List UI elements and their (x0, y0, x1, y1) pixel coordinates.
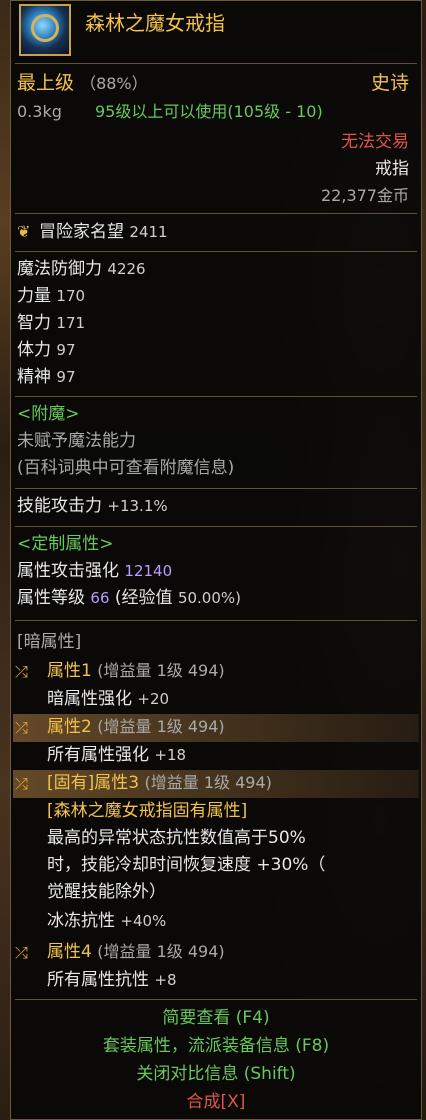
item-type: 戒指 (375, 159, 409, 179)
freeze-resist-label: 冰冻抗性 (47, 911, 115, 931)
attr-title: 属性1 (47, 661, 92, 681)
attr-sub: (增益量 1级 494) (97, 717, 225, 736)
inherent-line-1: 最高的异常状态抗性数值高于50% (47, 828, 306, 848)
fame-value: 2411 (129, 223, 168, 241)
skill-attack-value: +13.1% (107, 497, 168, 515)
attr-effect-value: +8 (154, 971, 177, 989)
brief-view-button[interactable]: 简要查看 (F4) (11, 1007, 421, 1029)
divider (15, 620, 417, 621)
fame-icon: ❦ (17, 222, 31, 241)
item-name: 森林之魔女戒指 (85, 11, 225, 35)
fame-row: 冒险家名望 2411 (39, 221, 168, 243)
enchant-header: <附魔> (17, 404, 80, 424)
exp-value: 50.00%) (177, 589, 241, 607)
attr-4-effect: 所有属性抗性 +8 (47, 969, 177, 991)
divider (15, 396, 417, 397)
divider (15, 999, 417, 1000)
attr-3-title-row: [固有]属性3 (增益量 1级 494) (47, 772, 272, 794)
attr-2-effect: 所有属性强化 +18 (47, 744, 186, 766)
stat-row: 智力 171 (17, 312, 85, 334)
attr-effect-value: +18 (154, 746, 187, 764)
attr-2-title-row: 属性2 (增益量 1级 494) (47, 716, 225, 738)
skill-attack-label: 技能攻击力 (17, 496, 102, 516)
divider (15, 63, 417, 64)
item-grade: 最上级 （88%） (17, 72, 148, 95)
stat-value: 171 (56, 314, 86, 332)
stat-label: 魔法防御力 (17, 259, 102, 279)
elem-level-label: 属性等级 (17, 588, 85, 608)
elem-attack-row: 属性攻击强化 12140 (17, 560, 172, 582)
exp-label: (经验值 (114, 588, 173, 608)
attr-title: [固有]属性3 (47, 773, 140, 793)
inventory-strip (0, 0, 10, 1120)
divider (15, 526, 417, 527)
craft-button[interactable]: 合成[X] (11, 1091, 421, 1113)
level-requirement: 95级以上可以使用(105级 - 10) (95, 102, 323, 121)
attr-4-title-row: 属性4 (增益量 1级 494) (47, 941, 225, 963)
set-info-button[interactable]: 套装属性，流派装备信息 (F8) (11, 1035, 421, 1057)
attr-title: 属性2 (47, 717, 92, 737)
attr-sub: (增益量 1级 494) (144, 773, 272, 792)
freeze-resist-value: +40% (120, 912, 167, 930)
stat-value: 97 (56, 368, 76, 386)
elem-level-row: 属性等级 66 (经验值 50.00%) (17, 587, 241, 609)
divider (15, 251, 417, 252)
attr-effect-label: 暗属性强化 (47, 689, 132, 709)
item-rarity: 史诗 (370, 72, 409, 94)
stat-value: 97 (56, 341, 76, 359)
attr-sub: (增益量 1级 494) (97, 661, 225, 680)
attr-1-effect: 暗属性强化 +20 (47, 688, 169, 710)
attr-effect-value: +20 (137, 690, 170, 708)
attr-1-title-row: 属性1 (增益量 1级 494) (47, 660, 225, 682)
shuffle-icon[interactable]: ⤮ (15, 662, 28, 682)
grade-percent: （88%） (80, 74, 148, 93)
stat-value: 170 (56, 287, 86, 305)
grade-label: 最上级 (17, 72, 75, 94)
fame-label: 冒险家名望 (39, 222, 124, 242)
stat-label: 精神 (17, 367, 51, 387)
elem-attack-label: 属性攻击强化 (17, 561, 119, 581)
stat-row: 魔法防御力 4226 (17, 258, 146, 280)
item-price: 22,377金币 (321, 186, 409, 205)
elem-attack-value: 12140 (124, 562, 173, 580)
inherent-line-4: 冰冻抗性 +40% (47, 910, 166, 932)
item-tooltip: 森林之魔女戒指 最上级 （88%） 史诗 0.3kg 95级以上可以使用(105… (10, 0, 422, 1120)
close-compare-button[interactable]: 关闭对比信息 (Shift) (11, 1063, 421, 1085)
shuffle-icon[interactable]: ⤮ (15, 943, 28, 963)
inherent-title: [森林之魔女戒指固有属性] (47, 801, 248, 821)
stat-row: 精神 97 (17, 366, 76, 388)
divider (15, 213, 417, 214)
enchant-hint: (百科词典中可查看附魔信息) (17, 458, 235, 478)
stat-row: 体力 97 (17, 339, 76, 361)
shuffle-icon[interactable]: ⤮ (15, 774, 28, 794)
attr-effect-label: 所有属性强化 (47, 745, 149, 765)
trade-status: 无法交易 (341, 132, 409, 152)
custom-header: <定制属性> (17, 534, 114, 554)
stat-label: 力量 (17, 286, 51, 306)
enchant-empty: 未赋予魔法能力 (17, 431, 136, 451)
attr-effect-label: 所有属性抗性 (47, 970, 149, 990)
attr-title: 属性4 (47, 942, 92, 962)
stat-value: 4226 (107, 260, 146, 278)
attr-sub: (增益量 1级 494) (97, 942, 225, 961)
item-icon (19, 4, 71, 56)
inherent-line-2: 时，技能冷却时间恢复速度 +30%（ (47, 855, 326, 875)
dark-header: [暗属性] (17, 632, 82, 652)
stat-label: 智力 (17, 313, 51, 333)
stat-row: 力量 170 (17, 285, 85, 307)
inherent-line-3: 觉醒技能除外） (47, 882, 166, 902)
skill-attack-row: 技能攻击力 +13.1% (17, 495, 168, 517)
divider (15, 488, 417, 489)
shuffle-icon[interactable]: ⤮ (15, 718, 28, 738)
stat-label: 体力 (17, 340, 51, 360)
elem-level-value: 66 (90, 589, 110, 607)
item-weight: 0.3kg (17, 102, 62, 121)
